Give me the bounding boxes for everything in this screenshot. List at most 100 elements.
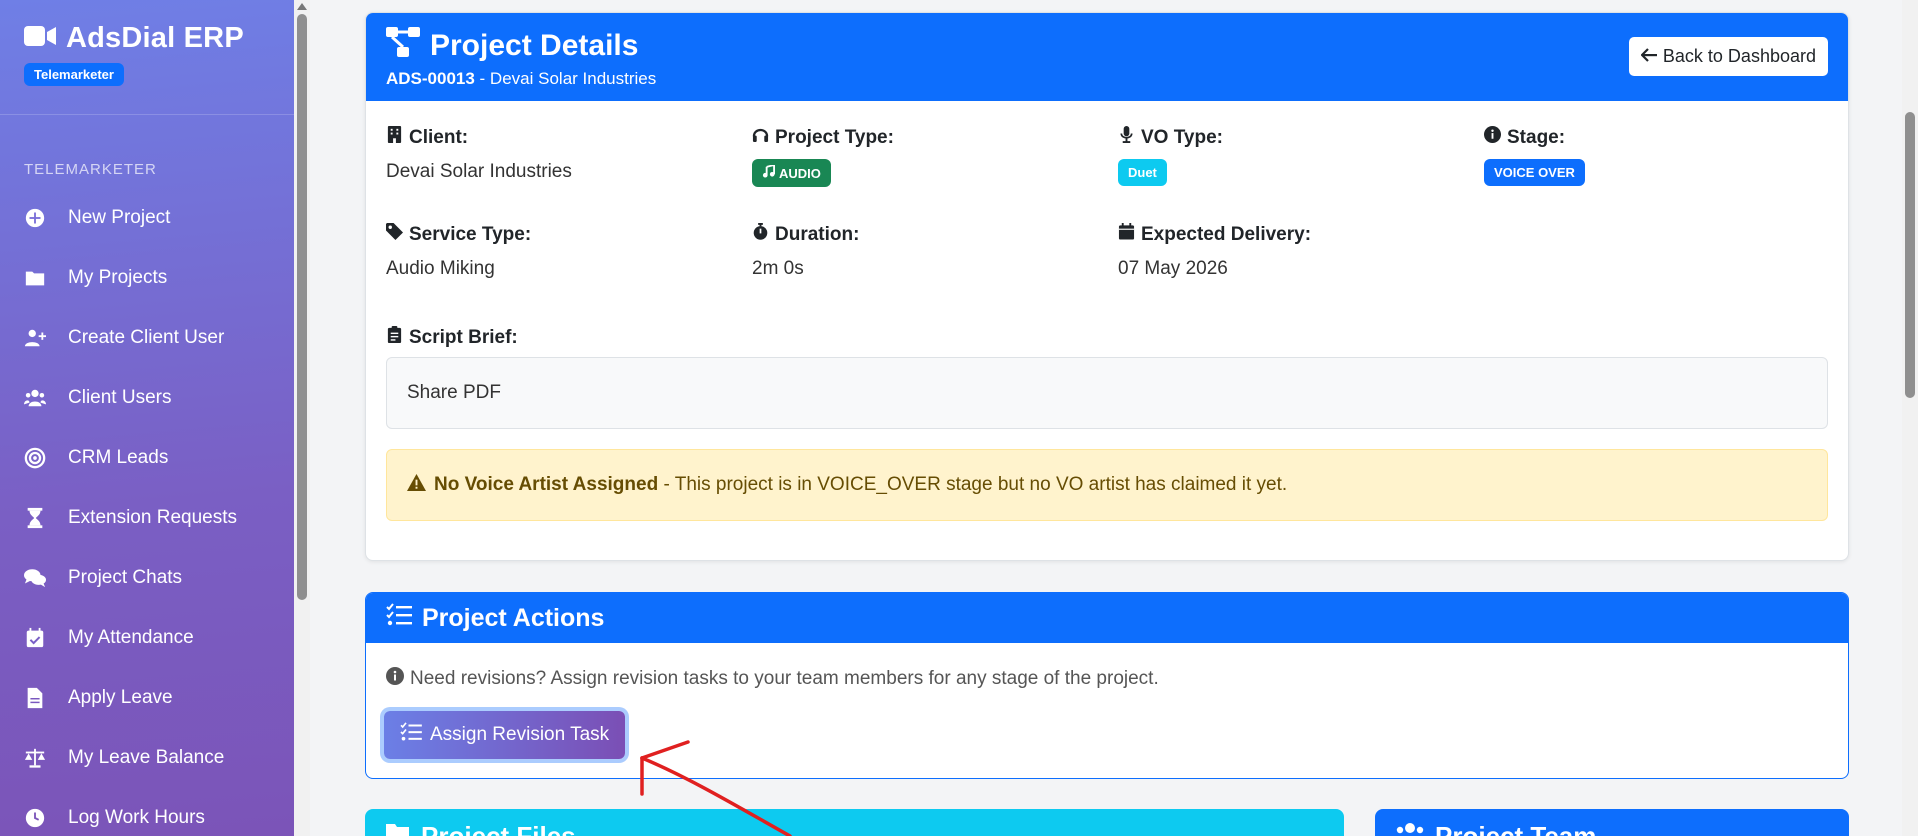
revision-info-label: Need revisions? Assign revision tasks to… [410,668,1159,689]
page-scrollbar-thumb[interactable] [1905,112,1915,398]
sidebar-item-my-leave-balance[interactable]: My Leave Balance [0,728,294,788]
project-subtitle: ADS-00013 - Devai Solar Industries [386,69,1828,89]
project-team-title: Project Team [1435,821,1597,836]
user-plus-icon [24,327,68,349]
stopwatch-icon [752,223,769,246]
headphones-icon [752,126,769,149]
project-details-header: Project Details ADS-00013 - Devai Solar … [366,13,1848,101]
sidebar-item-label: My Projects [68,267,168,288]
music-note-icon [762,163,775,181]
stage-badge: VOICE OVER [1484,159,1585,186]
client-label: Client: [409,126,469,148]
sidebar: AdsDial ERP Telemarketer TELEMARKETER Ne… [0,0,294,836]
warning-triangle-icon [407,473,426,498]
sidebar-nav: New Project My Projects Create Client Us… [0,188,294,836]
client-field: Client: Devai Solar Industries [386,126,572,183]
script-brief-field: Script Brief: [386,326,518,349]
brand: AdsDial ERP Telemarketer [0,0,294,115]
project-files-title: Project Files [421,821,576,836]
users-icon [1395,821,1425,836]
project-type-field: Project Type: AUDIO [752,126,894,187]
vo-type-label: VO Type: [1141,126,1223,148]
project-type-badge: AUDIO [752,159,831,187]
microphone-icon [1118,126,1135,149]
brand-title[interactable]: AdsDial ERP [66,22,244,55]
project-details-card: Project Details ADS-00013 - Devai Solar … [365,12,1849,561]
sidebar-item-apply-leave[interactable]: Apply Leave [0,668,294,728]
project-id: ADS-00013 [386,69,475,88]
sidebar-item-label: Log Work Hours [68,807,205,828]
back-to-dashboard-button[interactable]: Back to Dashboard [1628,37,1828,76]
alert-title: No Voice Artist Assigned [434,474,659,495]
tag-icon [386,223,403,246]
sidebar-scrollbar[interactable] [294,0,310,836]
service-type-value: Audio Miking [386,258,495,279]
sidebar-item-create-client-user[interactable]: Create Client User [0,308,294,368]
no-voice-artist-alert: No Voice Artist Assigned - This project … [386,449,1828,521]
annotation-arrow-icon [640,740,792,836]
file-icon [24,687,68,709]
alert-text: - This project is in VOICE_OVER stage bu… [658,474,1288,495]
sidebar-item-label: New Project [68,207,171,228]
sidebar-section-label: TELEMARKETER [24,161,157,178]
folder-open-icon [385,821,411,836]
sidebar-item-label: Client Users [68,387,172,408]
script-brief-box: Share PDF [386,357,1828,429]
stage-label: Stage: [1507,126,1566,148]
sitemap-icon [386,27,420,65]
sidebar-item-extension-requests[interactable]: Extension Requests [0,488,294,548]
sidebar-item-label: CRM Leads [68,447,169,468]
scroll-up-arrow-icon[interactable] [297,3,307,10]
sidebar-item-label: My Leave Balance [68,747,225,768]
project-name: - Devai Solar Industries [474,69,657,88]
tasks-list-icon [400,722,422,748]
assign-revision-task-label: Assign Revision Task [430,724,610,745]
sidebar-item-label: Apply Leave [68,687,173,708]
role-badge: Telemarketer [24,63,124,86]
revision-info-text: Need revisions? Assign revision tasks to… [386,667,1159,691]
sidebar-item-project-chats[interactable]: Project Chats [0,548,294,608]
sidebar-item-client-users[interactable]: Client Users [0,368,294,428]
project-type-badge-text: AUDIO [779,165,821,181]
bullseye-icon [24,447,68,469]
project-actions-title: Project Actions [422,603,605,632]
sidebar-item-label: Extension Requests [68,507,237,528]
tasks-list-icon [386,602,412,634]
project-team-card: Project Team [1375,809,1849,836]
sidebar-item-log-work-hours[interactable]: Log Work Hours [0,788,294,836]
vo-type-field: VO Type: Duet [1118,126,1223,186]
sidebar-item-crm-leads[interactable]: CRM Leads [0,428,294,488]
stage-field: Stage: VOICE OVER [1484,126,1585,186]
sidebar-item-my-projects[interactable]: My Projects [0,248,294,308]
expected-delivery-field: Expected Delivery: 07 May 2026 [1118,223,1311,280]
sidebar-item-label: Create Client User [68,327,225,348]
back-to-dashboard-label: Back to Dashboard [1662,46,1816,66]
clock-icon [24,807,68,829]
expected-delivery-value: 07 May 2026 [1118,258,1228,279]
calendar-icon [1118,223,1135,246]
project-actions-card: Project Actions Need revisions? Assign r… [365,592,1849,779]
sidebar-item-new-project[interactable]: New Project [0,188,294,248]
duration-label: Duration: [775,223,860,245]
clipboard-icon [386,326,403,349]
building-icon [386,126,403,149]
sidebar-item-my-attendance[interactable]: My Attendance [0,608,294,668]
sidebar-scrollbar-thumb[interactable] [297,14,307,600]
expected-delivery-label: Expected Delivery: [1141,223,1312,245]
info-circle-icon [1484,126,1501,149]
sidebar-item-label: Project Chats [68,567,183,588]
calendar-check-icon [24,627,68,649]
plus-circle-icon [24,207,68,229]
hourglass-icon [24,507,68,529]
duration-value: 2m 0s [752,258,804,279]
sidebar-item-label: My Attendance [68,627,194,648]
users-icon [24,387,68,409]
duration-field: Duration: 2m 0s [752,223,859,280]
script-brief-label: Script Brief: [409,326,518,348]
video-camera-icon [24,24,56,53]
page-scrollbar[interactable] [1902,0,1918,836]
arrow-left-icon [1640,46,1657,67]
assign-revision-task-button[interactable]: Assign Revision Task [384,711,626,759]
folder-icon [24,267,68,289]
project-actions-header: Project Actions [366,593,1848,643]
